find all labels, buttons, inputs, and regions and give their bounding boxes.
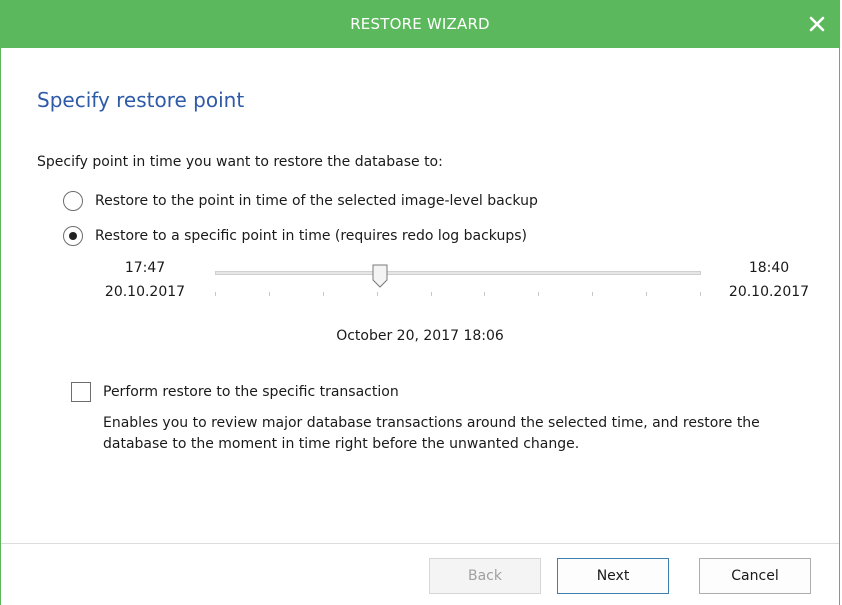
radio-specific-point-in-time[interactable]	[63, 226, 83, 246]
slider-tick	[484, 292, 485, 296]
slider-tick	[377, 292, 378, 296]
timeline-end-time: 18:40	[748, 260, 790, 276]
close-icon[interactable]	[807, 14, 827, 34]
slider-tick	[646, 292, 647, 296]
restore-point-prompt: Specify point in time you want to restor…	[37, 154, 443, 170]
selected-restore-time: October 20, 2017 18:06	[336, 328, 504, 344]
option-image-level-backup-label: Restore to the point in time of the sele…	[95, 193, 538, 209]
option-image-level-backup[interactable]: Restore to the point in time of the sele…	[63, 190, 538, 212]
slider-tick	[700, 292, 701, 296]
page-title: Specify restore point	[37, 88, 245, 112]
slider-tick	[538, 292, 539, 296]
back-button[interactable]: Back	[429, 558, 541, 594]
cancel-button[interactable]: Cancel	[699, 558, 811, 594]
slider-tick	[323, 292, 324, 296]
title-bar: RESTORE WIZARD	[1, 0, 839, 48]
slider-tick	[431, 292, 432, 296]
specific-transaction-checkbox[interactable]	[71, 382, 91, 402]
restore-point-slider[interactable]	[215, 264, 701, 304]
timeline-start-time: 17:47	[124, 260, 166, 276]
option-specific-point-in-time[interactable]: Restore to a specific point in time (req…	[63, 225, 527, 247]
slider-tick	[592, 292, 593, 296]
timeline-end-date: 20.10.2017	[728, 284, 810, 300]
slider-thumb[interactable]	[372, 264, 388, 288]
next-button[interactable]: Next	[557, 558, 669, 594]
option-specific-point-in-time-label: Restore to a specific point in time (req…	[95, 228, 527, 244]
slider-tick	[269, 292, 270, 296]
footer-divider	[1, 543, 839, 544]
slider-track[interactable]	[215, 271, 701, 275]
specific-transaction-label: Perform restore to the specific transact…	[103, 384, 399, 400]
window-title: RESTORE WIZARD	[350, 15, 490, 33]
restore-wizard-window: RESTORE WIZARD Specify restore point Spe…	[0, 0, 840, 605]
specific-transaction-description: Enables you to review major database tra…	[103, 415, 760, 452]
specific-transaction-option[interactable]: Perform restore to the specific transact…	[71, 382, 399, 402]
radio-image-level-backup[interactable]	[63, 191, 83, 211]
timeline-start-date: 20.10.2017	[104, 284, 186, 300]
slider-tick	[215, 292, 216, 296]
